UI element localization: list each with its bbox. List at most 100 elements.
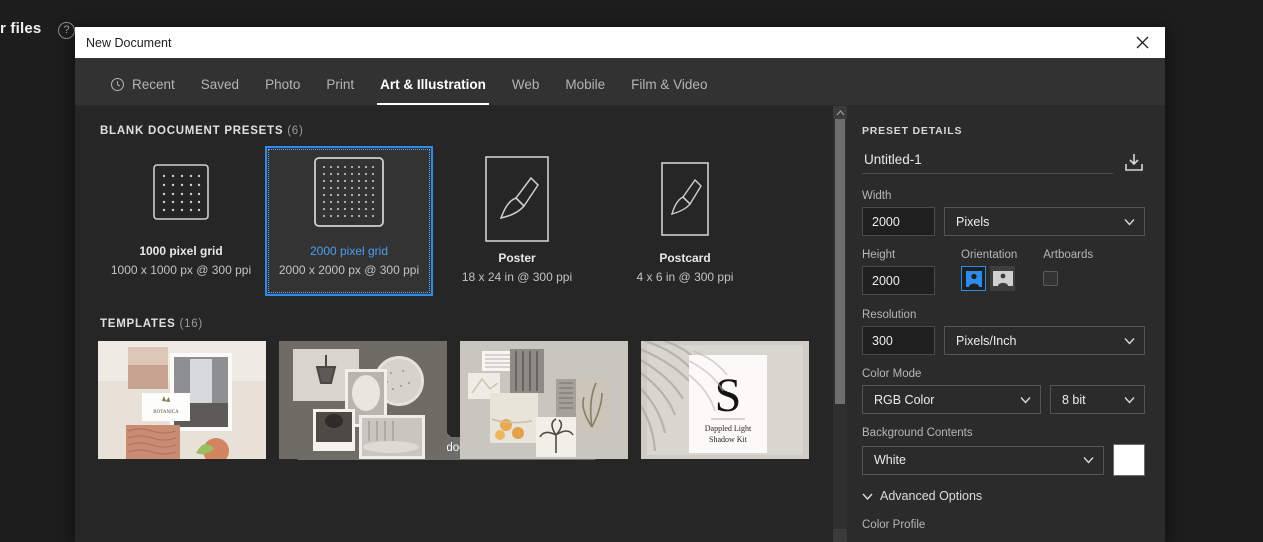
close-button[interactable] [1120, 27, 1165, 58]
color-mode-select[interactable]: RGB Color [862, 385, 1041, 414]
resolution-row: Pixels/Inch [862, 326, 1145, 355]
portrait-icon [965, 270, 982, 287]
width-unit-select[interactable]: Pixels [944, 207, 1145, 236]
preset-name: Postcard [659, 251, 711, 265]
svg-text:S: S [715, 369, 742, 422]
chevron-down-icon [1124, 218, 1135, 225]
background-color-swatch[interactable] [1113, 444, 1145, 476]
template-card-botanica[interactable]: BOTANICA [98, 341, 266, 459]
tab-photo[interactable]: Photo [252, 77, 313, 105]
tab-saved[interactable]: Saved [188, 77, 252, 105]
document-name-row [862, 150, 1145, 174]
chevron-down-icon [1083, 457, 1094, 464]
preset-details-title: PRESET DETAILS [862, 125, 963, 137]
tab-mobile[interactable]: Mobile [552, 77, 618, 105]
width-label: Width [862, 190, 892, 202]
preset-card-poster[interactable]: Poster 18 x 24 in @ 300 ppi [433, 146, 601, 296]
preset-card-1000-pixel-grid[interactable]: 1000 pixel grid 1000 x 1000 px @ 300 ppi [97, 146, 265, 296]
preset-meta: 4 x 6 in @ 300 ppi [636, 270, 734, 284]
paintbrush-icon [653, 156, 717, 242]
color-profile-label: Color Profile [862, 519, 926, 531]
advanced-options-toggle[interactable]: Advanced Options [862, 489, 1145, 503]
color-mode-label: Color Mode [862, 368, 922, 380]
tab-label: Web [511, 77, 540, 92]
scrollbar-thumb[interactable] [835, 119, 845, 404]
tab-label: Film & Video [631, 77, 708, 92]
save-preset-icon[interactable] [1123, 151, 1145, 173]
backdrop-label: r files [0, 20, 42, 37]
landscape-orientation-button[interactable] [990, 266, 1015, 291]
dialog-title: New Document [86, 35, 172, 50]
new-document-dialog: New Document Recent Saved Photo Print Ar… [75, 27, 1165, 542]
preset-name: 2000 pixel grid [309, 244, 389, 258]
color-mode-row: RGB Color 8 bit [862, 385, 1145, 414]
resolution-unit-value: Pixels/Inch [956, 333, 1017, 348]
tab-label: Art & Illustration [380, 77, 486, 92]
tab-print[interactable]: Print [313, 77, 367, 105]
tab-label: Mobile [565, 77, 606, 92]
height-label: Height [862, 249, 896, 261]
blank-presets-heading: BLANK DOCUMENT PRESETS (6) [75, 106, 847, 137]
color-mode-value: RGB Color [874, 392, 935, 407]
template-card-dappled-light-shadow-kit[interactable]: S Dappled Light Shadow Kit [641, 341, 809, 459]
preset-grid: 1000 pixel grid 1000 x 1000 px @ 300 ppi [75, 137, 847, 296]
chevron-up-icon [836, 109, 844, 115]
resolution-label: Resolution [862, 309, 917, 321]
preset-meta: 18 x 24 in @ 300 ppi [461, 270, 573, 284]
templates-count: (16) [179, 318, 203, 330]
presets-scrollbar[interactable] [833, 106, 847, 542]
scroll-down-button[interactable] [833, 529, 847, 542]
artboards-checkbox[interactable] [1043, 271, 1059, 286]
tab-web[interactable]: Web [499, 77, 553, 105]
width-input[interactable] [862, 207, 935, 236]
help-circle-icon[interactable]: ? [58, 22, 75, 39]
background-contents-label: Background Contents [862, 427, 973, 439]
blank-presets-label: BLANK DOCUMENT PRESETS [100, 125, 284, 137]
artboards-label: Artboards [1043, 249, 1094, 261]
height-orientation-group: Height Orientation [862, 249, 1145, 295]
landscape-icon [992, 271, 1013, 286]
preset-meta: 2000 x 2000 px @ 300 ppi [278, 263, 420, 277]
dot-grid-icon [313, 156, 385, 228]
category-tabbar: Recent Saved Photo Print Art & Illustrat… [75, 58, 1165, 106]
template-card-neutral-collage[interactable] [460, 341, 628, 459]
dialog-titlebar: New Document [75, 27, 1165, 58]
height-input[interactable] [862, 266, 935, 295]
preset-card-postcard[interactable]: Postcard 4 x 6 in @ 300 ppi [601, 146, 769, 296]
tab-label: Photo [265, 77, 301, 92]
resolution-unit-select[interactable]: Pixels/Inch [944, 326, 1145, 355]
orientation-col: Orientation [961, 249, 1017, 295]
chevron-down-icon [862, 493, 873, 500]
background-contents-row: White [862, 444, 1145, 476]
artboards-col: Artboards [1043, 249, 1093, 295]
tab-recent[interactable]: Recent [97, 77, 188, 105]
presets-pane: BLANK DOCUMENT PRESETS (6) 1000 pixel gr… [75, 106, 847, 542]
templates-label: TEMPLATES [100, 318, 176, 330]
bit-depth-select[interactable]: 8 bit [1050, 385, 1145, 414]
preset-meta: 1000 x 1000 px @ 300 ppi [110, 263, 252, 277]
tab-label: Saved [200, 77, 240, 92]
resolution-input[interactable] [862, 326, 935, 355]
paintbrush-icon [485, 156, 549, 242]
portrait-orientation-button[interactable] [961, 266, 986, 291]
orientation-buttons [961, 266, 1017, 291]
svg-text:Shadow Kit: Shadow Kit [709, 435, 748, 444]
chevron-down-icon [1020, 396, 1031, 403]
document-name-input[interactable] [862, 150, 1113, 174]
template-card-ceramics[interactable] [279, 341, 447, 459]
blank-presets-count: (6) [287, 125, 304, 137]
tab-art-and-illustration[interactable]: Art & Illustration [367, 77, 499, 105]
tab-film-and-video[interactable]: Film & Video [618, 77, 720, 105]
advanced-options-label: Advanced Options [880, 489, 983, 503]
scroll-up-button[interactable] [833, 106, 847, 119]
dialog-body: BLANK DOCUMENT PRESETS (6) 1000 pixel gr… [75, 106, 1165, 542]
preset-name: Poster [498, 251, 536, 265]
svg-text:Dappled Light: Dappled Light [705, 424, 752, 433]
preset-card-2000-pixel-grid[interactable]: 2000 pixel grid 2000 x 2000 px @ 300 ppi [265, 146, 433, 296]
background-contents-select[interactable]: White [862, 445, 1104, 475]
tab-label: Recent [132, 77, 175, 92]
width-unit-value: Pixels [956, 214, 990, 229]
template-grid: BOTANICA S Dappled Light Shadow Kit [75, 330, 847, 459]
close-icon [1136, 36, 1149, 49]
clock-icon [110, 77, 125, 92]
